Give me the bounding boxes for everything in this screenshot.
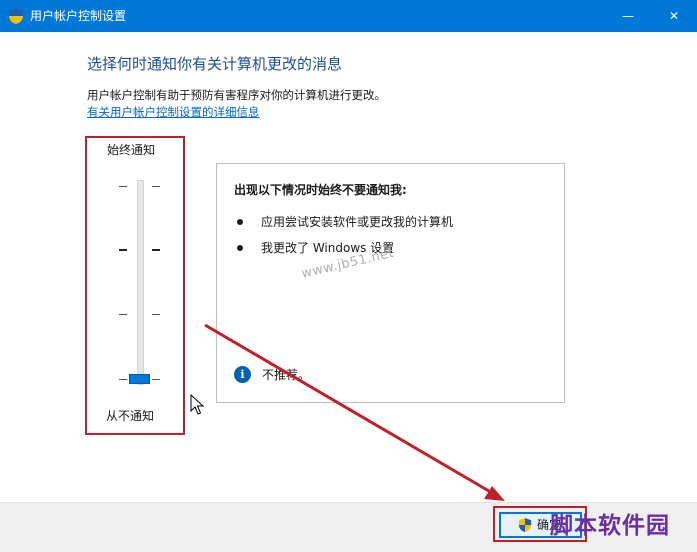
panel-bullet-item: 应用尝试安装软件或更改我的计算机 — [261, 215, 454, 229]
slider-tick — [119, 314, 127, 315]
window-title: 用户帐户控制设置 — [30, 9, 127, 23]
brand-watermark: 脚本软件园 — [550, 513, 670, 539]
minimize-button[interactable]: — — [605, 0, 651, 32]
slider-tick — [119, 249, 127, 251]
slider-tick — [119, 186, 127, 187]
notification-level-slider[interactable] — [137, 180, 144, 385]
setting-description-panel — [216, 163, 565, 403]
slider-thumb[interactable] — [129, 374, 150, 384]
slider-tick — [152, 249, 160, 251]
slider-highlight-box — [85, 136, 185, 435]
recommendation-text: 不推荐。 — [262, 368, 311, 382]
uac-shield-icon — [9, 8, 23, 24]
panel-title: 出现以下情况时始终不要通知我: — [234, 183, 407, 197]
slider-tick — [152, 379, 160, 380]
slider-bottom-label: 从不通知 — [106, 409, 155, 423]
slider-tick — [119, 379, 127, 380]
details-link[interactable]: 有关用户帐户控制设置的详细信息 — [87, 105, 260, 120]
slider-tick — [152, 186, 160, 187]
title-bar: 用户帐户控制设置 — ✕ — [0, 0, 697, 32]
bullet-icon — [237, 219, 243, 225]
slider-tick — [152, 314, 160, 315]
slider-top-label: 始终通知 — [107, 143, 156, 157]
uac-shield-icon — [518, 518, 532, 532]
info-icon: i — [234, 366, 251, 383]
page-heading: 选择何时通知你有关计算机更改的消息 — [87, 55, 343, 73]
description-text: 用户帐户控制有助于预防有害程序对你的计算机进行更改。 — [87, 88, 386, 102]
mouse-cursor-icon — [190, 394, 205, 415]
close-button[interactable]: ✕ — [651, 0, 697, 32]
bullet-icon — [237, 245, 243, 251]
